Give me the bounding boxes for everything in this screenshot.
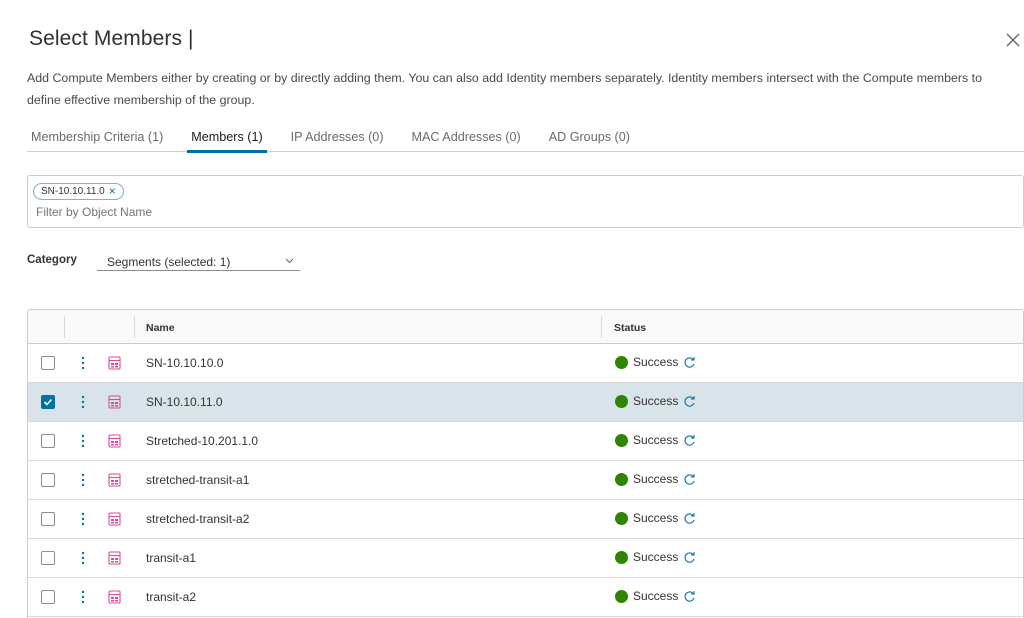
segment-icon bbox=[108, 512, 121, 526]
status-success-icon bbox=[615, 394, 628, 408]
row-checkbox[interactable] bbox=[41, 512, 55, 526]
kebab-menu-icon[interactable] bbox=[80, 550, 86, 566]
table-row[interactable]: transit-a1 Success bbox=[28, 539, 1023, 578]
row-status: Success bbox=[615, 433, 696, 447]
status-text: Success bbox=[633, 355, 679, 369]
tab-membership-criteria[interactable]: Membership Criteria (1) bbox=[31, 124, 163, 152]
row-status: Success bbox=[615, 394, 696, 408]
row-name: Stretched-10.201.1.0 bbox=[146, 434, 259, 448]
refresh-icon[interactable] bbox=[683, 434, 696, 447]
status-success-icon bbox=[615, 355, 628, 369]
table-row[interactable]: Stretched-10.201.1.0 Success bbox=[28, 422, 1023, 461]
member-filter-box: SN-10.10.11.0 × bbox=[27, 175, 1024, 228]
kebab-menu-icon[interactable] bbox=[80, 511, 86, 527]
kebab-menu-icon[interactable] bbox=[80, 472, 86, 488]
refresh-icon[interactable] bbox=[683, 473, 696, 486]
status-text: Success bbox=[633, 394, 679, 408]
refresh-icon[interactable] bbox=[683, 395, 696, 408]
refresh-icon[interactable] bbox=[683, 590, 696, 603]
status-success-icon bbox=[615, 472, 628, 486]
segment-icon bbox=[108, 551, 121, 565]
column-header-status[interactable]: Status bbox=[614, 322, 646, 334]
row-name: stretched-transit-a2 bbox=[146, 512, 250, 526]
table-row[interactable]: SN-10.10.11.0 Success bbox=[28, 383, 1023, 422]
chevron-down-icon bbox=[285, 258, 294, 264]
segment-icon bbox=[108, 434, 121, 448]
kebab-menu-icon[interactable] bbox=[80, 433, 86, 449]
dialog-title: Select Members | bbox=[29, 27, 194, 50]
tab-ip-addresses[interactable]: IP Addresses (0) bbox=[291, 124, 384, 152]
row-checkbox[interactable] bbox=[41, 551, 55, 565]
status-success-icon bbox=[615, 589, 628, 603]
kebab-menu-icon[interactable] bbox=[80, 355, 86, 371]
row-checkbox[interactable] bbox=[41, 590, 55, 604]
segment-icon bbox=[108, 473, 121, 487]
category-select[interactable]: Segments (selected: 1) bbox=[97, 249, 300, 271]
category-label: Category bbox=[27, 254, 77, 266]
row-status: Success bbox=[615, 472, 696, 486]
table-row[interactable]: stretched-transit-a2 Success bbox=[28, 500, 1023, 539]
category-value: Segments (selected: 1) bbox=[107, 255, 231, 269]
status-success-icon bbox=[615, 433, 628, 447]
tab-bar: Membership Criteria (1) Members (1) IP A… bbox=[27, 124, 1024, 153]
row-status: Success bbox=[615, 589, 696, 603]
segment-icon bbox=[108, 395, 121, 409]
row-name: stretched-transit-a1 bbox=[146, 473, 250, 487]
status-text: Success bbox=[633, 550, 679, 564]
segment-icon bbox=[108, 356, 121, 370]
row-checkbox[interactable] bbox=[41, 434, 55, 448]
row-status: Success bbox=[615, 511, 696, 525]
close-icon[interactable] bbox=[1004, 31, 1022, 49]
status-success-icon bbox=[615, 550, 628, 564]
column-header-name[interactable]: Name bbox=[146, 322, 175, 334]
table-row[interactable]: stretched-transit-a1 Success bbox=[28, 461, 1023, 500]
table-row[interactable]: SN-10.10.10.0 Success bbox=[28, 344, 1023, 383]
tab-mac-addresses[interactable]: MAC Addresses (0) bbox=[412, 124, 521, 152]
status-text: Success bbox=[633, 433, 679, 447]
filter-input[interactable] bbox=[36, 205, 1016, 219]
segment-icon bbox=[108, 590, 121, 604]
refresh-icon[interactable] bbox=[683, 551, 696, 564]
selected-member-chip[interactable]: SN-10.10.11.0 × bbox=[33, 183, 124, 200]
chip-label: SN-10.10.11.0 bbox=[41, 186, 105, 197]
row-name: transit-a1 bbox=[146, 551, 197, 565]
kebab-menu-icon[interactable] bbox=[80, 589, 86, 605]
row-checkbox[interactable] bbox=[41, 356, 55, 370]
row-name: SN-10.10.11.0 bbox=[146, 395, 223, 409]
row-status: Success bbox=[615, 355, 696, 369]
refresh-icon[interactable] bbox=[683, 512, 696, 525]
status-success-icon bbox=[615, 511, 628, 525]
status-text: Success bbox=[633, 589, 679, 603]
tab-ad-groups[interactable]: AD Groups (0) bbox=[549, 124, 630, 152]
members-grid: Name Status SN-10.10.10.0 Success SN-10.10… bbox=[27, 309, 1024, 618]
kebab-menu-icon[interactable] bbox=[80, 394, 86, 410]
tab-members[interactable]: Members (1) bbox=[187, 124, 268, 153]
row-checkbox[interactable] bbox=[41, 395, 55, 409]
grid-header: Name Status bbox=[28, 310, 1023, 344]
chip-remove-icon[interactable]: × bbox=[109, 184, 116, 199]
row-status: Success bbox=[615, 550, 696, 564]
row-name: transit-a2 bbox=[146, 590, 197, 604]
status-text: Success bbox=[633, 472, 679, 486]
refresh-icon[interactable] bbox=[683, 356, 696, 369]
row-name: SN-10.10.10.0 bbox=[146, 356, 224, 370]
row-checkbox[interactable] bbox=[41, 473, 55, 487]
dialog-description: Add Compute Members either by creating o… bbox=[27, 71, 982, 107]
status-text: Success bbox=[633, 511, 679, 525]
table-row[interactable]: transit-a2 Success bbox=[28, 578, 1023, 617]
